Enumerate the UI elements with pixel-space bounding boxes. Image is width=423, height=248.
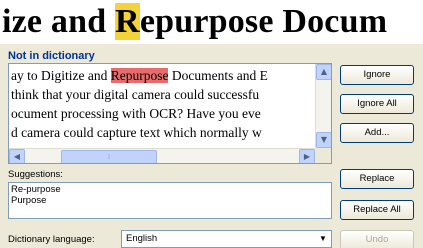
heading-prefix: ize and (2, 3, 116, 40)
scroll-down-button[interactable]: ▼ (316, 132, 331, 148)
suggestions-label: Suggestions: (8, 169, 63, 180)
vertical-scrollbar[interactable]: ▲ ▼ (315, 64, 331, 148)
heading-highlighted-letter: R (115, 3, 140, 40)
context-line-4: d camera could capture text which normal… (11, 125, 262, 140)
not-in-dictionary-label: Not in dictionary (8, 50, 95, 62)
chevron-up-icon: ▲ (320, 67, 328, 76)
scroll-left-button[interactable]: ◀ (9, 149, 25, 163)
misspelled-word[interactable]: Repurpose (110, 68, 169, 83)
context-line-3: ocument processing with OCR? Have you ev… (11, 106, 261, 121)
spelling-dialog: Not in dictionary ay to Digitize and Rep… (0, 48, 423, 248)
ignore-all-button[interactable]: Ignore All (340, 94, 414, 114)
dictionary-language-value: English (126, 233, 158, 244)
chevron-left-icon: ◀ (13, 152, 21, 161)
chevron-down-icon: ▼ (320, 135, 328, 144)
context-line-1: ay to Digitize and Repurpose Documents a… (11, 66, 315, 85)
context-line-2: think that your digital camera could suc… (11, 87, 260, 102)
scroll-right-button[interactable]: ▶ (299, 149, 315, 163)
context-line-1-before: ay to Digitize and (11, 68, 111, 83)
suggestions-list[interactable]: Re-purpose Purpose (8, 182, 332, 219)
chevron-right-icon: ▶ (303, 152, 311, 161)
replace-button[interactable]: Replace (340, 169, 414, 189)
dropdown-arrow-icon[interactable]: ▼ (316, 232, 330, 246)
ignore-button[interactable]: Ignore (340, 65, 414, 85)
suggestion-item[interactable]: Purpose (11, 195, 329, 206)
scroll-up-button[interactable]: ▲ (316, 64, 331, 80)
replace-all-button[interactable]: Replace All (340, 200, 414, 220)
not-in-dictionary-textbox[interactable]: ay to Digitize and Repurpose Documents a… (8, 63, 332, 164)
dictionary-language-label: Dictionary language: (8, 234, 95, 245)
horizontal-scroll-thumb[interactable]: ⁞ (61, 150, 157, 163)
document-heading: ize and Repurpose Docum (0, 0, 423, 44)
context-text[interactable]: ay to Digitize and Repurpose Documents a… (11, 66, 315, 148)
add-button[interactable]: Add... (340, 123, 414, 143)
context-line-1-after: Documents and E (168, 68, 268, 83)
horizontal-scrollbar[interactable]: ◀ ⁞ ▶ (9, 148, 315, 163)
suggestion-item[interactable]: Re-purpose (11, 184, 329, 195)
undo-button[interactable]: Undo (340, 230, 414, 248)
dictionary-language-select[interactable]: English ▼ (121, 230, 332, 248)
grip-icon: ⁞ (107, 153, 111, 161)
scrollbar-corner (315, 148, 331, 163)
heading-suffix: epurpose Docum (139, 3, 388, 40)
